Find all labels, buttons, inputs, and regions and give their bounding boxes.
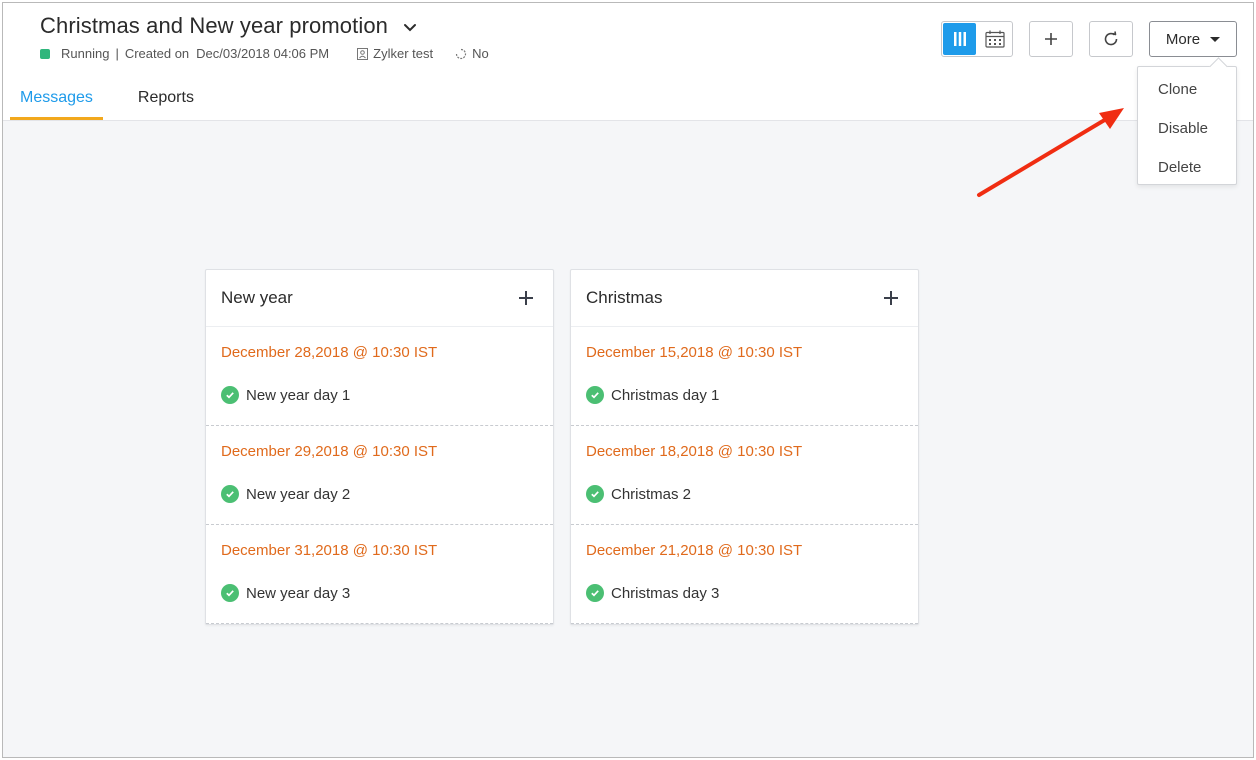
calendar-icon — [984, 30, 1005, 48]
page-title: Christmas and New year promotion — [40, 13, 389, 38]
meta-separator: | — [115, 46, 119, 61]
message-board: New year December 28,2018 @ 10:30 IST Ne… — [205, 269, 919, 625]
recurring-meta: No — [455, 46, 489, 61]
calendar-view-button[interactable] — [977, 22, 1012, 56]
plus-icon — [884, 291, 898, 305]
column-title: Christmas — [586, 288, 663, 307]
message-card[interactable]: December 21,2018 @ 10:30 IST Christmas d… — [571, 525, 918, 624]
menu-item-clone[interactable]: Clone — [1138, 70, 1236, 109]
tab-reports[interactable]: Reports — [128, 79, 204, 120]
add-message-button[interactable] — [515, 287, 537, 309]
toolbar: More — [941, 21, 1237, 57]
message-date: December 21,2018 @ 10:30 IST — [586, 542, 803, 559]
more-button-label: More — [1165, 30, 1201, 48]
campaign-meta: Running | Created on Dec/03/2018 04:06 P… — [40, 46, 489, 61]
columns-icon — [953, 32, 966, 46]
tab-messages[interactable]: Messages — [10, 79, 103, 120]
message-name: Christmas day 3 — [611, 584, 720, 602]
message-card[interactable]: December 29,2018 @ 10:30 IST New year da… — [206, 426, 553, 525]
message-name: New year day 1 — [246, 386, 351, 404]
message-date: December 31,2018 @ 10:30 IST — [221, 542, 438, 559]
menu-item-disable[interactable]: Disable — [1138, 109, 1236, 148]
message-line: Christmas day 3 — [586, 584, 719, 602]
message-name: Christmas 2 — [611, 485, 692, 503]
message-date: December 18,2018 @ 10:30 IST — [586, 443, 803, 460]
check-circle-icon — [586, 584, 604, 602]
message-name: Christmas day 1 — [611, 386, 720, 404]
message-date: December 28,2018 @ 10:30 IST — [221, 344, 438, 361]
message-line: New year day 1 — [221, 386, 350, 404]
status-text: Running — [61, 46, 110, 61]
view-toggle — [941, 21, 1013, 57]
add-message-button[interactable] — [880, 287, 902, 309]
title-row: Christmas and New year promotion — [40, 13, 418, 39]
annotation-arrow — [977, 108, 1124, 197]
message-line: New year day 2 — [221, 485, 350, 503]
add-button[interactable] — [1029, 21, 1073, 57]
user-icon — [357, 47, 369, 60]
plus-icon — [1045, 33, 1057, 45]
check-circle-icon — [221, 386, 239, 404]
app-window: Christmas and New year promotion Running… — [2, 2, 1254, 758]
tab-bar: Messages Reports — [10, 79, 204, 120]
check-circle-icon — [586, 485, 604, 503]
message-line: Christmas 2 — [586, 485, 691, 503]
check-circle-icon — [221, 485, 239, 503]
more-button[interactable]: More — [1149, 21, 1237, 57]
column-new-year: New year December 28,2018 @ 10:30 IST Ne… — [205, 269, 554, 625]
column-christmas: Christmas December 15,2018 @ 10:30 IST C… — [570, 269, 919, 625]
message-card[interactable]: December 31,2018 @ 10:30 IST New year da… — [206, 525, 553, 624]
created-label: Created on — [124, 46, 190, 61]
status-indicator — [40, 48, 50, 59]
plus-icon — [519, 291, 533, 305]
owner-name: Zylker test — [373, 46, 434, 61]
recurring-icon — [456, 48, 467, 59]
message-name: New year day 2 — [246, 485, 351, 503]
message-card[interactable]: December 28,2018 @ 10:30 IST New year da… — [206, 327, 553, 426]
check-circle-icon — [221, 584, 239, 602]
message-card[interactable]: December 18,2018 @ 10:30 IST Christmas 2 — [571, 426, 918, 525]
refresh-icon — [1104, 31, 1118, 46]
menu-item-delete[interactable]: Delete — [1138, 148, 1236, 187]
more-menu: Clone Disable Delete — [1137, 66, 1237, 185]
message-line: New year day 3 — [221, 584, 350, 602]
owner-meta: Zylker test — [357, 46, 433, 61]
column-header: Christmas — [571, 270, 918, 327]
refresh-button[interactable] — [1089, 21, 1133, 57]
columns-view-button[interactable] — [943, 23, 976, 55]
recurring-value: No — [472, 46, 489, 61]
message-name: New year day 3 — [246, 584, 351, 602]
chevron-down-icon[interactable] — [402, 20, 418, 36]
message-line: Christmas day 1 — [586, 386, 719, 404]
created-date: Dec/03/2018 04:06 PM — [196, 46, 330, 61]
column-title: New year — [221, 288, 293, 307]
message-date: December 29,2018 @ 10:30 IST — [221, 443, 438, 460]
message-card[interactable]: December 15,2018 @ 10:30 IST Christmas d… — [571, 327, 918, 426]
column-header: New year — [206, 270, 553, 327]
caret-down-icon — [1210, 36, 1221, 42]
message-date: December 15,2018 @ 10:30 IST — [586, 344, 803, 361]
check-circle-icon — [586, 386, 604, 404]
